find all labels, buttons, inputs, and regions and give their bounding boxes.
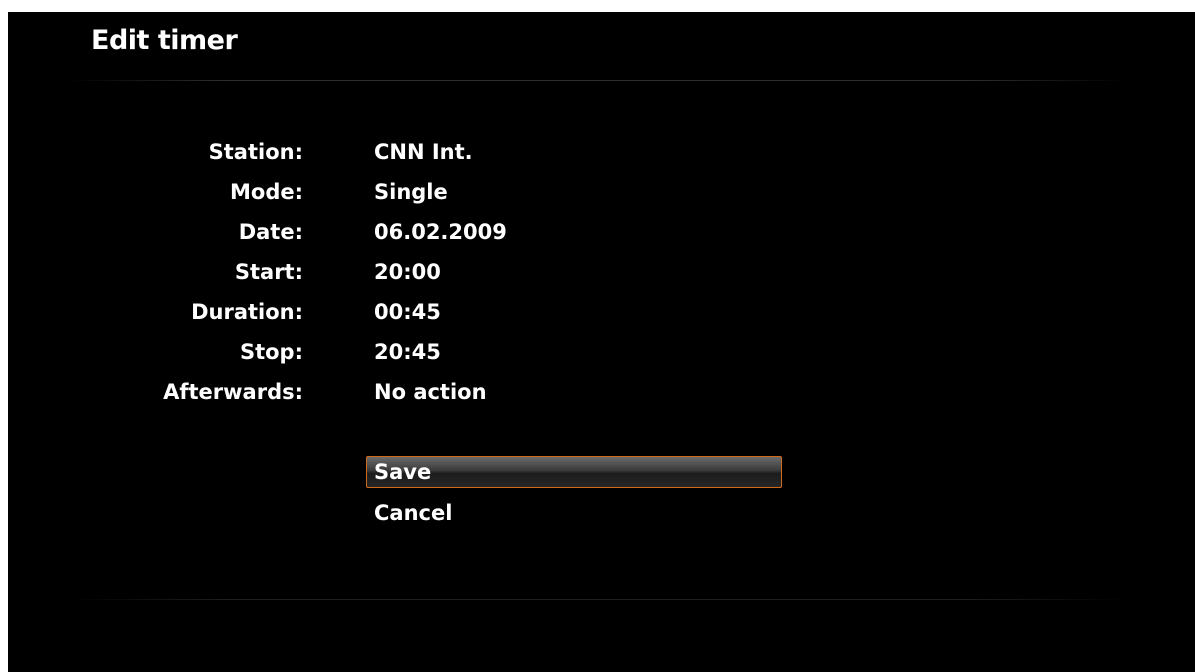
duration-label: Duration: [191,300,303,324]
field-row-afterwards[interactable]: Afterwards: No action [8,372,1195,412]
cancel-button[interactable]: Cancel [366,497,782,529]
field-row-date[interactable]: Date: 06.02.2009 [8,212,1195,252]
stop-value[interactable]: 20:45 [374,332,441,372]
field-row-duration[interactable]: Duration: 00:45 [8,292,1195,332]
afterwards-value[interactable]: No action [374,372,487,412]
save-button[interactable]: Save [366,456,782,488]
footer-divider [68,599,1128,600]
field-row-start[interactable]: Start: 20:00 [8,252,1195,292]
start-value[interactable]: 20:00 [374,252,441,292]
header-divider [68,80,1128,81]
field-row-stop[interactable]: Stop: 20:45 [8,332,1195,372]
edit-timer-screen: Edit timer Station: CNN Int. Mode: Singl… [8,12,1195,672]
date-label: Date: [238,220,303,244]
mode-value[interactable]: Single [374,172,448,212]
duration-value[interactable]: 00:45 [374,292,441,332]
date-value[interactable]: 06.02.2009 [374,212,507,252]
field-row-station[interactable]: Station: CNN Int. [8,132,1195,172]
station-label: Station: [208,140,303,164]
afterwards-label: Afterwards: [163,380,303,404]
field-row-mode[interactable]: Mode: Single [8,172,1195,212]
stop-label: Stop: [239,340,303,364]
page-title: Edit timer [91,25,238,56]
station-value[interactable]: CNN Int. [374,132,473,172]
mode-label: Mode: [230,180,303,204]
start-label: Start: [234,260,303,284]
